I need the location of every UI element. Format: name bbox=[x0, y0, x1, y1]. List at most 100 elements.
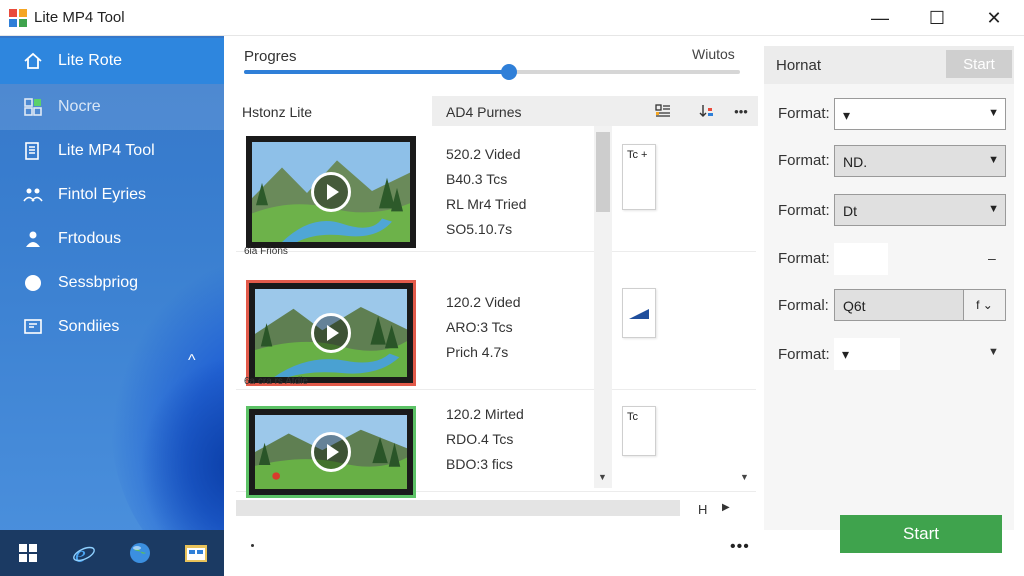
sidebar-item-sondiies[interactable]: Sondiies bbox=[0, 304, 224, 350]
format-label: Format: bbox=[778, 346, 830, 363]
sort-icon[interactable] bbox=[698, 102, 716, 120]
sidebar-item-lite-rote[interactable]: Lite Rote bbox=[0, 38, 224, 84]
chevron-down-icon[interactable]: ▼ bbox=[988, 346, 999, 358]
more-options-icon[interactable]: ••• bbox=[730, 538, 750, 556]
list-header-left-title: Hstonz Lite bbox=[242, 104, 313, 120]
taskbar: e bbox=[0, 530, 224, 576]
format-input[interactable] bbox=[834, 243, 888, 275]
format-value: Dt bbox=[843, 203, 857, 219]
format-panel-header: Hornat Start bbox=[764, 46, 1014, 84]
sidebar-item-lite-mp4-tool[interactable]: Lite MP4 Tool bbox=[0, 128, 224, 174]
file-detail-line: ARO:3 Tcs bbox=[446, 319, 513, 335]
progress-label: Progres bbox=[244, 48, 297, 65]
video-thumbnail[interactable] bbox=[242, 276, 420, 386]
file-explorer-icon[interactable] bbox=[168, 530, 224, 576]
globe-icon[interactable] bbox=[112, 530, 168, 576]
format-label: Format: bbox=[778, 202, 830, 219]
chevron-down-icon: ▼ bbox=[988, 107, 999, 119]
document-icon bbox=[22, 140, 44, 162]
grid-icon bbox=[22, 96, 44, 118]
circle-icon bbox=[22, 272, 44, 294]
list-item[interactable]: 6ia Frions 520.2 Vided B40.3 Tcs RL Mr4 … bbox=[236, 128, 756, 257]
format-split-button[interactable]: f ⌄ bbox=[963, 290, 1005, 320]
sidebar-item-label: Frtodous bbox=[58, 230, 122, 247]
chevron-down-icon: ▼ bbox=[988, 203, 999, 215]
list-header-left: Hstonz Lite bbox=[236, 96, 426, 126]
format-select[interactable]: ND. ▼ bbox=[834, 145, 1006, 177]
progress-thumb[interactable] bbox=[500, 64, 517, 80]
format-select[interactable]: ▾ ▼ bbox=[834, 98, 1006, 130]
progress-fill bbox=[244, 70, 509, 74]
scroll-down-right-icon[interactable]: ▼ bbox=[740, 472, 749, 482]
video-thumbnail[interactable] bbox=[242, 402, 420, 498]
sidebar-item-label: Nocre bbox=[58, 98, 101, 115]
app-logo-icon bbox=[9, 9, 27, 27]
horizontal-scrollbar[interactable] bbox=[236, 500, 680, 516]
sidebar: Lite Rote Nocre Lite MP4 Tool Fintol Eyr… bbox=[0, 36, 224, 540]
status-dot bbox=[251, 544, 254, 547]
close-button[interactable]: ✕ bbox=[966, 0, 1022, 36]
format-select[interactable]: Dt ▼ bbox=[834, 194, 1006, 226]
format-select[interactable]: ▾ bbox=[834, 338, 900, 370]
sidebar-item-nocre[interactable]: Nocre bbox=[0, 84, 224, 130]
file-detail-line: SO5.10.7s bbox=[446, 221, 513, 237]
thumbnail-caption: 6a cra rs Atdie bbox=[244, 376, 308, 387]
windows-start-icon[interactable] bbox=[0, 530, 56, 576]
format-panel: Hornat Start Format: ▾ ▼ Format: ND. ▼ F… bbox=[764, 46, 1014, 530]
sidebar-item-frtodous[interactable]: Frtodous bbox=[0, 216, 224, 262]
format-label: Format: bbox=[778, 105, 830, 122]
scrollbar-thumb[interactable] bbox=[596, 132, 610, 212]
title-bar: Lite MP4 Tool — ☐ ✕ bbox=[0, 0, 1024, 36]
vertical-scrollbar[interactable]: ▼ bbox=[594, 126, 612, 488]
chevron-down-icon: ▼ bbox=[988, 154, 999, 166]
format-value: Q6t bbox=[843, 298, 866, 314]
scroll-down-icon[interactable]: ▼ bbox=[598, 472, 607, 482]
more-options-icon[interactable]: ••• bbox=[732, 102, 750, 120]
file-detail-line: RDO.4 Tcs bbox=[446, 431, 514, 447]
maximize-button[interactable]: ☐ bbox=[909, 0, 965, 36]
list-header-mid-title: AD4 Purnes bbox=[446, 104, 522, 120]
svg-text:e: e bbox=[75, 542, 86, 566]
format-value: ND. bbox=[843, 154, 868, 170]
document-preview[interactable]: Tc + bbox=[622, 144, 656, 210]
chevron-up-icon[interactable]: ^ bbox=[188, 352, 196, 370]
minimize-button[interactable]: — bbox=[852, 0, 908, 36]
user-icon bbox=[22, 228, 44, 250]
home-icon bbox=[22, 50, 44, 72]
sidebar-item-sessbpriog[interactable]: Sessbpriog bbox=[0, 260, 224, 306]
list-item[interactable]: 6a cra rs Atdie 120.2 Vided ARO:3 Tcs Pr… bbox=[236, 270, 756, 390]
sidebar-item-label: Sondiies bbox=[58, 318, 120, 335]
scroll-right-icon[interactable]: ▶ bbox=[722, 502, 730, 513]
document-preview[interactable]: Tc bbox=[622, 406, 656, 456]
sidebar-item-label: Fintol Eyries bbox=[58, 186, 147, 203]
play-icon[interactable] bbox=[311, 432, 351, 472]
list-header-mid: AD4 Purnes ••• bbox=[432, 96, 758, 126]
file-detail-line: B40.3 Tcs bbox=[446, 171, 508, 187]
file-details: 120.2 Vided ARO:3 Tcs Prich 4.7s bbox=[446, 290, 520, 365]
list-item[interactable]: 120.2 Mirted RDO.4 Tcs BDO:3 fics Tc bbox=[236, 396, 756, 498]
browser-edge-icon[interactable]: e bbox=[56, 530, 112, 576]
sidebar-item-fintol-eyries[interactable]: Fintol Eyries bbox=[0, 172, 224, 218]
file-detail-line: 120.2 Mirted bbox=[446, 406, 524, 422]
format-label: Format: bbox=[778, 152, 830, 169]
format-value: ▾ bbox=[843, 107, 851, 123]
thumbnail-caption: 6ia Frions bbox=[244, 246, 288, 257]
video-thumbnail[interactable] bbox=[242, 134, 420, 248]
format-label: Format: bbox=[778, 250, 830, 267]
document-preview[interactable] bbox=[622, 288, 656, 338]
list-view-icon[interactable] bbox=[654, 102, 672, 120]
hscroll-label: H bbox=[698, 502, 708, 517]
app-title: Lite MP4 Tool bbox=[34, 9, 125, 26]
dash-icon: – bbox=[988, 250, 996, 266]
start-button[interactable]: Start bbox=[840, 515, 1002, 553]
window-label: Wiutos bbox=[692, 46, 735, 62]
play-icon[interactable] bbox=[311, 172, 351, 212]
play-icon[interactable] bbox=[311, 313, 351, 353]
format-select-split[interactable]: Q6t f ⌄ bbox=[834, 289, 1006, 321]
file-detail-line: 120.2 Vided bbox=[446, 294, 521, 310]
blue-triangle-icon bbox=[629, 309, 649, 319]
progress-slider[interactable] bbox=[244, 64, 740, 80]
file-detail-line: BDO:3 fics bbox=[446, 456, 513, 472]
start-button-disabled[interactable]: Start bbox=[946, 50, 1012, 78]
screen-icon bbox=[22, 316, 44, 338]
